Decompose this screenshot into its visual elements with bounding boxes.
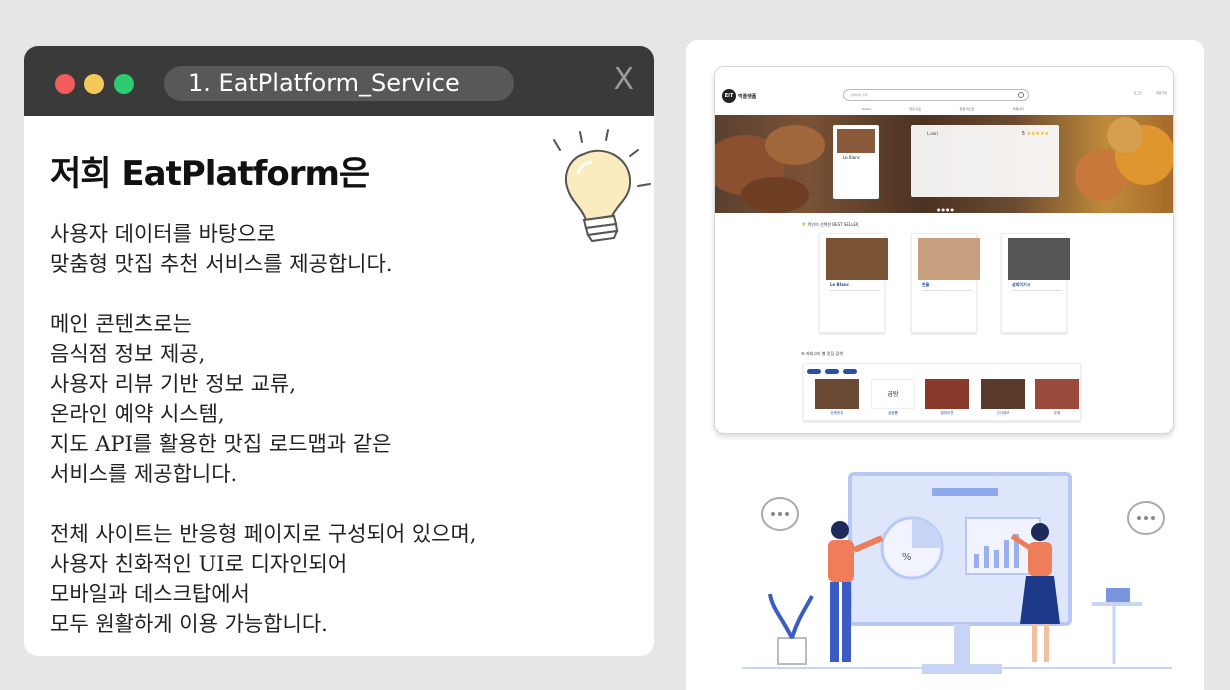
category-name: 당엔한우 — [830, 411, 844, 415]
category-item[interactable]: 별미리젼 — [925, 379, 969, 416]
hero-banner: Le Blanc L.seri 5 ★★★★★ ●●●● — [715, 115, 1173, 213]
divider — [1012, 290, 1062, 291]
tag-chip[interactable] — [825, 369, 839, 374]
presentation-illustration: % — [742, 472, 1172, 674]
nav-community[interactable]: 커뮤니티 — [1013, 107, 1024, 111]
text-line: 전체 사이트는 반응형 페이지로 구성되어 있으며, — [50, 522, 477, 546]
category-name: 신사정모 — [996, 411, 1010, 415]
rating-value: 5 — [1021, 131, 1025, 137]
window-tab[interactable]: 1. EatPlatform_Service — [164, 66, 514, 101]
category-item[interactable]: 신사정모 — [981, 379, 1025, 416]
search-icon[interactable] — [1018, 92, 1024, 98]
preview-panel: EiT 먹플랫폼 검색어를 입력 로그인 회원가입 Home 맛집 지도 맛집 … — [686, 40, 1204, 690]
close-icon[interactable]: X — [613, 62, 634, 97]
best-card[interactable]: 삼피이기시 — [1001, 233, 1070, 333]
close-dot[interactable] — [55, 74, 75, 94]
maximize-dot[interactable] — [114, 74, 134, 94]
text-line: 맞춤형 맛집 추천 서비스를 제공합니다. — [50, 252, 393, 276]
best-name: Le Blanc — [830, 282, 849, 287]
paragraph-responsive: 전체 사이트는 반응형 페이지로 구성되어 있으며, 사용자 친화적인 UI로 … — [50, 519, 610, 639]
signup-link[interactable]: 회원가입 — [1156, 91, 1167, 95]
paragraph-features: 메인 콘텐츠로는 음식점 정보 제공, 사용자 리뷰 기반 정보 교류, 온라인… — [50, 309, 610, 489]
site-search-input[interactable]: 검색어를 입력 — [843, 89, 1029, 101]
category-logo: 곱탕 — [871, 379, 915, 409]
text-line: 모두 원활하게 이용 가능합니다. — [50, 612, 328, 636]
search-placeholder: 검색어를 입력 — [850, 93, 868, 97]
website-screenshot: EiT 먹플랫폼 검색어를 입력 로그인 회원가입 Home 맛집 지도 맛집 … — [714, 66, 1174, 434]
best-name: 한울 — [922, 282, 930, 287]
divider — [830, 290, 880, 291]
window-titlebar: 1. EatPlatform_Service X — [24, 46, 654, 116]
site-logo[interactable]: EiT 먹플랫폼 — [722, 89, 756, 103]
login-link[interactable]: 로그인 — [1134, 91, 1142, 95]
logo-mark: EiT — [722, 89, 736, 103]
header-links: 로그인 회원가입 — [1134, 91, 1167, 95]
category-item[interactable]: 곱탕 곱탕뽑 — [871, 379, 915, 416]
best-image — [918, 238, 980, 280]
tag-chip[interactable] — [807, 369, 821, 374]
nav-home[interactable]: Home — [862, 107, 871, 111]
best-name: 삼피이기시 — [1012, 282, 1031, 287]
text-line: 메인 콘텐츠로는 — [50, 312, 192, 336]
category-item[interactable]: 당엔한우 — [815, 379, 859, 416]
restaurant-name: Le Blanc — [843, 155, 860, 160]
category-section-title: ☰ 카테고리 별 맛집 검색 — [801, 351, 843, 357]
restaurant-card[interactable]: Le Blanc — [833, 125, 879, 199]
category-tags — [807, 369, 857, 374]
paragraph-intro: 사용자 데이터를 바탕으로 맞춤형 맛집 추천 서비스를 제공합니다. — [50, 219, 610, 279]
best-title-text: 먹인이 선택한 BEST SELLER — [807, 222, 859, 227]
star-rating: ★★★★★ — [1026, 131, 1049, 137]
svg-text:%: % — [902, 552, 912, 563]
logo-text: 먹플랫폼 — [738, 93, 757, 100]
nav-map[interactable]: 맛집 지도 — [909, 107, 921, 111]
tag-chip[interactable] — [843, 369, 857, 374]
category-item[interactable]: 우정 — [1035, 379, 1079, 416]
category-title-text: 카테고리 별 맛집 검색 — [805, 351, 843, 356]
text-line: 사용자 데이터를 바탕으로 — [50, 222, 276, 246]
category-image — [1035, 379, 1079, 409]
category-image — [815, 379, 859, 409]
divider — [922, 290, 972, 291]
review-card[interactable]: L.seri 5 ★★★★★ — [911, 125, 1059, 197]
category-name: 우정 — [1053, 411, 1061, 415]
category-name: 곱탕뽑 — [888, 411, 898, 415]
rating-stars: 5 ★★★★★ — [1022, 131, 1049, 137]
text-line: 서비스를 제공합니다. — [50, 462, 238, 486]
text-line: 사용자 리뷰 기반 정보 교류, — [50, 372, 296, 396]
category-image — [925, 379, 969, 409]
site-nav: Home 맛집 지도 맛집 리스트 커뮤니티 — [843, 107, 1043, 111]
page-title: 저희 EatPlatform은 — [50, 154, 370, 194]
description: 사용자 데이터를 바탕으로 맞춤형 맛집 추천 서비스를 제공합니다. 메인 콘… — [50, 219, 610, 656]
best-image — [826, 238, 888, 280]
reviewer-name: L.seri — [927, 131, 938, 136]
text-line: 온라인 예약 시스템, — [50, 402, 225, 426]
restaurant-thumbnail — [837, 129, 875, 153]
best-card[interactable]: Le Blanc — [819, 233, 888, 333]
best-image — [1008, 238, 1070, 280]
category-image — [981, 379, 1025, 409]
star-icon: ★ — [801, 221, 807, 228]
best-section-title: ★ 먹인이 선택한 BEST SELLER — [801, 221, 859, 228]
carousel-dots[interactable]: ●●●● — [937, 207, 955, 212]
nav-list[interactable]: 맛집 리스트 — [960, 107, 975, 111]
best-card[interactable]: 한울 — [911, 233, 980, 333]
text-line: 음식점 정보 제공, — [50, 342, 206, 366]
lightbulb-icon — [553, 129, 651, 243]
text-line: 지도 API를 활용한 맛집 로드맵과 같은 — [50, 432, 392, 456]
text-line: 사용자 친화적인 UI로 디자인되어 — [50, 552, 348, 576]
category-name: 별미리젼 — [940, 411, 954, 415]
text-line: 모바일과 데스크탑에서 — [50, 582, 250, 606]
minimize-dot[interactable] — [84, 74, 104, 94]
